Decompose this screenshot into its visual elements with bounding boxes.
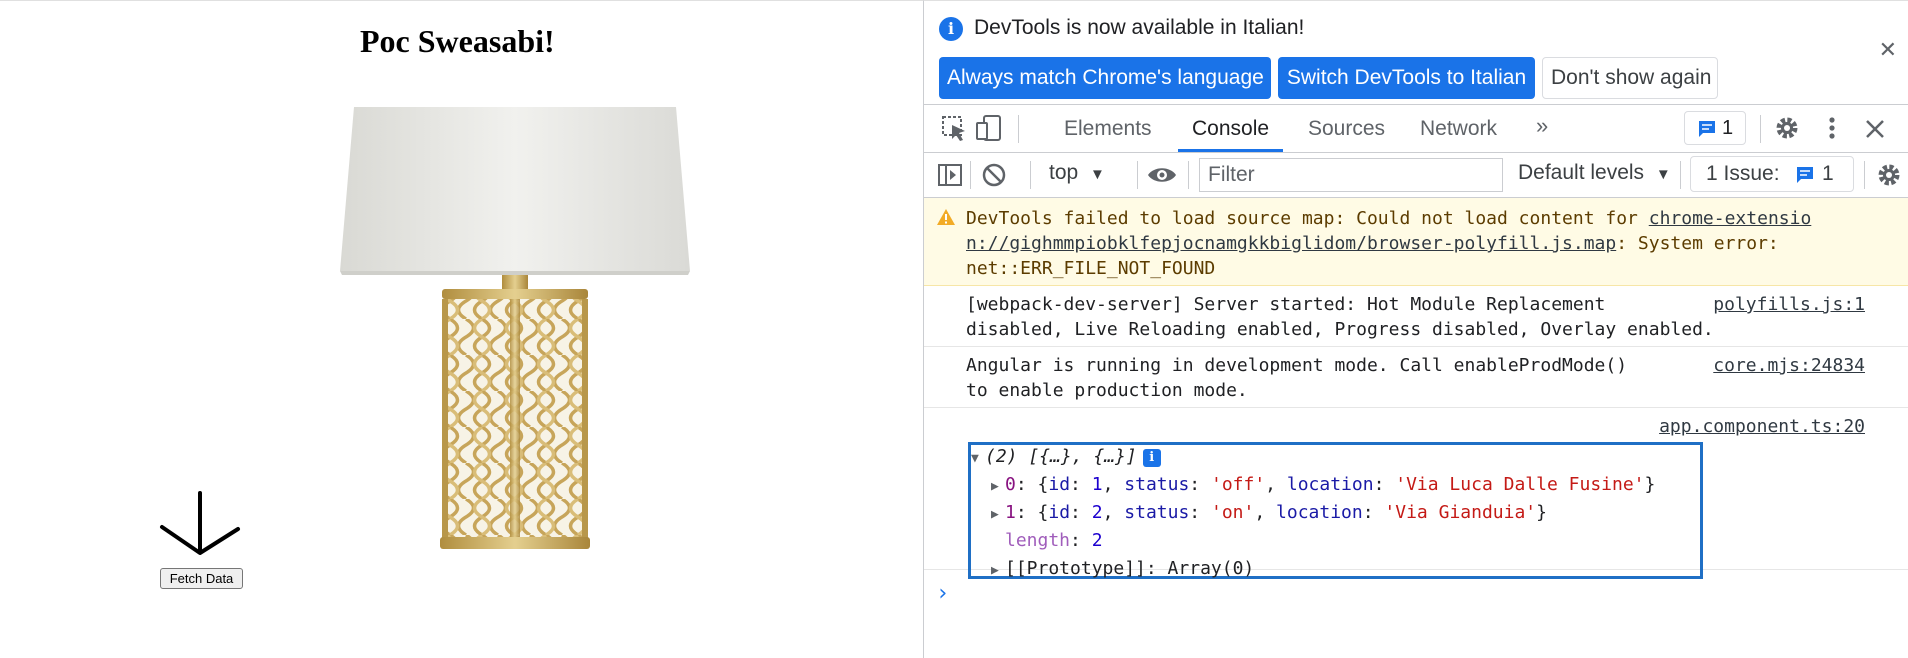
toolbar-divider [1137, 161, 1138, 189]
source-link-app-component[interactable]: app.component.ts:20 [1659, 414, 1865, 439]
item-status: 'on' [1210, 502, 1255, 523]
toolbar-divider [1018, 115, 1019, 143]
warning-icon [937, 209, 955, 225]
messages-count: 1 [1722, 117, 1734, 139]
always-match-language-button[interactable]: Always match Chrome's language [939, 57, 1271, 99]
messages-badge[interactable]: 1 [1684, 111, 1746, 145]
devtools-panel: i DevTools is now available in Italian! … [923, 0, 1908, 658]
toolbar-divider [1864, 161, 1865, 189]
issues-label: 1 Issue: [1706, 162, 1780, 185]
collapsed-triangle-icon[interactable]: ▶ [991, 502, 1005, 527]
down-arrow-icon [160, 491, 240, 555]
filter-input[interactable] [1199, 158, 1503, 192]
tab-console[interactable]: Console [1178, 105, 1284, 152]
close-infobar-icon[interactable]: ✕ [1879, 37, 1897, 63]
issues-button[interactable]: 1 Issue: 1 [1690, 156, 1854, 192]
warning-text: DevTools failed to load source map: Coul… [966, 208, 1649, 229]
warning-suffix: : System error: [1616, 233, 1779, 254]
webpack-line-2: disabled, Live Reloading enabled, Progre… [966, 319, 1714, 340]
tab-network[interactable]: Network [1406, 105, 1511, 152]
tab-sources[interactable]: Sources [1294, 105, 1399, 152]
item-index: 0 [1005, 474, 1016, 495]
toolbar-divider [1188, 161, 1189, 189]
info-icon: i [939, 17, 963, 41]
source-link-core[interactable]: core.mjs:24834 [1713, 353, 1865, 378]
console-toolbar: top ▼ Default levels ▼ 1 Issue: 1 [924, 153, 1908, 198]
inspect-element-icon[interactable] [939, 113, 969, 143]
source-link-polyfills[interactable]: polyfills.js:1 [1713, 292, 1865, 317]
item-location: 'Via Gianduia' [1384, 502, 1537, 523]
item-id: 1 [1091, 474, 1103, 495]
angular-log-message: core.mjs:24834 Angular is running in dev… [924, 347, 1908, 408]
context-value: top [1049, 161, 1079, 184]
log-levels-label: Default levels [1518, 161, 1645, 184]
language-infobar: i DevTools is now available in Italian! … [924, 1, 1908, 105]
console-prompt-icon[interactable]: › [936, 581, 949, 606]
length-value: 2 [1091, 530, 1103, 551]
collapsed-triangle-icon[interactable]: ▶ [991, 474, 1005, 499]
app-page: Poc Sweasabi! Fetch Data [0, 0, 923, 658]
toolbar-divider [1760, 115, 1761, 143]
dont-show-again-button[interactable]: Don't show again [1542, 57, 1718, 99]
array-item-row[interactable]: ▶ 0: {id: 1, status: 'off', location: 'Vi… [991, 472, 1655, 499]
more-options-icon[interactable] [1824, 113, 1840, 143]
angular-line-2: to enable production mode. [966, 380, 1248, 401]
array-length-row: length: 2 [1005, 530, 1103, 551]
table-lamp-image [340, 107, 690, 549]
close-devtools-icon[interactable] [1861, 113, 1889, 143]
length-key: length [1005, 530, 1071, 551]
issues-count: 1 [1822, 162, 1834, 185]
console-settings-gear-icon[interactable] [1874, 160, 1904, 190]
device-toolbar-icon[interactable] [974, 113, 1004, 143]
sidebar-toggle-icon[interactable] [936, 161, 964, 189]
highlighted-array-output: ▼ (2) [{…}, {…}] i ▶ 0: {id: 1, status: 'of… [968, 442, 1703, 579]
tab-elements[interactable]: Elements [1050, 105, 1166, 152]
item-id: 2 [1091, 502, 1103, 523]
clear-console-icon[interactable] [980, 161, 1008, 189]
console-output: DevTools failed to load source map: Coul… [924, 198, 1908, 658]
toolbar-divider [970, 161, 971, 189]
array-item-row[interactable]: ▶ 1: {id: 2, status: 'on', location: 'Via… [991, 500, 1547, 527]
switch-to-italian-button[interactable]: Switch DevTools to Italian [1278, 57, 1535, 99]
item-index: 1 [1005, 502, 1016, 523]
expanded-triangle-icon[interactable]: ▼ [971, 446, 985, 471]
array-summary: (2) [{…}, {…}] [985, 446, 1137, 467]
warning-message: DevTools failed to load source map: Coul… [924, 198, 1908, 286]
page-title: Poc Sweasabi! [360, 23, 555, 59]
item-location: 'Via Luca Dalle Fusine' [1395, 474, 1645, 495]
dropdown-arrow-icon: ▼ [1090, 166, 1105, 183]
live-expression-eye-icon[interactable] [1146, 163, 1178, 187]
context-select[interactable]: top ▼ [1049, 161, 1105, 185]
webpack-log-message: polyfills.js:1 [webpack-dev-server] Serv… [924, 286, 1908, 347]
issue-message-icon [1797, 167, 1813, 183]
toolbar-divider [1680, 161, 1681, 189]
toolbar-divider [1030, 161, 1031, 189]
item-status: 'off' [1210, 474, 1266, 495]
array-prototype-row[interactable]: ▶ [[Prototype]]: Array(0) [991, 556, 1254, 583]
settings-gear-icon[interactable] [1772, 113, 1802, 143]
message-icon [1699, 121, 1715, 137]
prototype-label: [[Prototype]]: Array(0) [1005, 558, 1255, 579]
collapsed-triangle-icon[interactable]: ▶ [991, 558, 1005, 583]
source-map-link-continued[interactable]: n://gighmmpiobklfepjocnamgkkbiglidom/bro… [966, 233, 1616, 254]
warning-error-code: net::ERR_FILE_NOT_FOUND [966, 258, 1216, 279]
more-tabs-icon[interactable]: » [1536, 113, 1548, 139]
dropdown-arrow-icon: ▼ [1655, 166, 1671, 183]
array-summary-row[interactable]: ▼ (2) [{…}, {…}] i [971, 444, 1161, 471]
source-map-link[interactable]: chrome-extensio [1649, 208, 1812, 229]
value-info-icon[interactable]: i [1142, 449, 1161, 467]
infobar-message: DevTools is now available in Italian! [974, 16, 1305, 39]
fetch-data-button[interactable]: Fetch Data [160, 568, 243, 589]
devtools-tabbar: Elements Console Sources Network » 1 [924, 105, 1908, 153]
log-levels-dropdown[interactable]: Default levels ▼ [1518, 161, 1671, 185]
